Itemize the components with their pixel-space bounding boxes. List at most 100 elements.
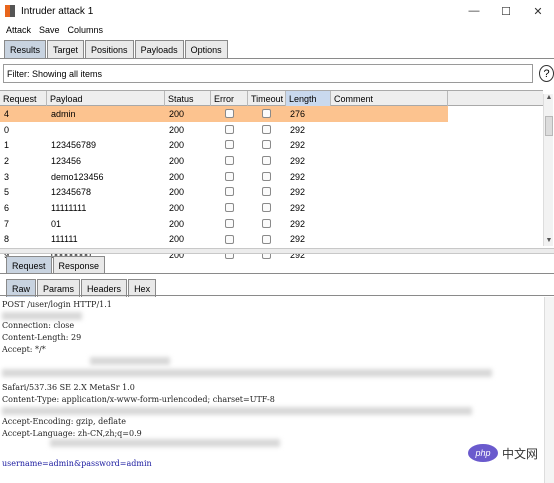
cell-status: 200 [169,108,185,119]
message-tabs-divider [0,273,554,274]
col-payload[interactable]: Payload [47,91,165,106]
cell-length: 292 [290,218,306,229]
table-row[interactable]: 6 11111111 200 292 [0,200,448,216]
redacted-header [2,312,82,320]
cell-length: 292 [290,124,306,135]
header-accept-encoding: Accept-Encoding: gzip, deflate [2,417,127,426]
redacted-header [2,369,492,377]
cell-length: 292 [290,234,306,245]
menu-bar: Attack Save Columns [0,22,554,37]
cell-length: 276 [290,108,306,119]
timeout-checkbox [262,187,271,197]
view-tabs: Raw Params Headers Hex [6,279,157,297]
error-checkbox [225,203,234,213]
cell-status: 200 [169,234,185,245]
table-row[interactable]: 5 12345678 200 292 [0,184,448,200]
header-accept: Accept: */* [2,345,46,354]
cell-status: 200 [169,140,185,151]
header-content-length: Content-Length: 29 [2,333,82,342]
header-connection: Connection: close [2,321,75,330]
maximize-icon[interactable]: ☐ [490,0,522,22]
table-row[interactable]: 2 123456 200 292 [0,153,448,169]
header-accept-language: Accept-Language: zh-CN,zh;q=0.9 [2,429,142,438]
table-row[interactable]: 7 01 200 292 [0,216,448,232]
scroll-up-icon[interactable]: ▲ [544,94,554,103]
attack-tabs: Results Target Positions Payloads Option… [4,40,229,58]
header-user-agent-tail: Safari/537.36 SE 2.X MetaSr 1.0 [2,383,135,392]
redacted-header [2,407,472,415]
col-request[interactable]: Request [0,91,47,106]
menu-columns[interactable]: Columns [68,25,104,35]
table-row[interactable]: 8 111111 200 292 [0,232,448,248]
cell-payload: 123456 [51,155,82,166]
cell-status: 200 [169,202,185,213]
watermark: php 中文网 [468,444,538,462]
col-timeout[interactable]: Timeout [248,91,286,106]
cell-payload: admin [51,108,76,119]
cell-request: 5 [4,187,10,198]
cell-payload: 01 [51,218,62,229]
results-scrollbar[interactable]: ▲ ▼ [543,94,553,246]
cell-status: 200 [169,124,185,135]
cell-request: 0 [4,124,10,135]
error-checkbox [225,187,234,197]
tab-request[interactable]: Request [6,256,52,274]
error-checkbox [225,156,234,166]
timeout-checkbox [262,234,271,244]
timeout-checkbox [262,171,271,181]
col-length[interactable]: Length [286,91,331,106]
cell-payload: 11111111 [51,202,87,213]
error-checkbox [225,140,234,150]
table-body: 4 admin 200 276 0 200 292 1 123456789 200 292 2 1234… [0,106,448,263]
col-error[interactable]: Error [211,91,248,106]
timeout-checkbox [262,109,271,118]
title-bar: Intruder attack 1 — ☐ ✕ [0,0,554,22]
cell-payload: 12345678 [51,187,92,198]
tab-results[interactable]: Results [4,40,47,58]
cell-payload: 123456789 [51,140,97,151]
raw-request-editor[interactable]: POST /user/login HTTP/1.1 Connection: cl… [0,297,544,483]
table-row[interactable]: 1 123456789 200 292 [0,137,448,153]
window-title: Intruder attack 1 [21,5,94,17]
close-icon[interactable]: ✕ [522,0,554,22]
table-row[interactable]: 4 admin 200 276 [0,106,448,122]
burp-app-icon [5,5,15,17]
filter-text: Filter: Showing all items [7,68,103,79]
split-pane-divider[interactable] [0,248,554,254]
cell-request: 8 [4,234,10,245]
cell-payload: 111111 [51,234,78,245]
timeout-checkbox [262,218,271,228]
cell-request: 1 [4,140,10,151]
tab-response[interactable]: Response [52,256,106,274]
request-body: username=admin&password=admin [2,459,152,468]
menu-attack[interactable]: Attack [6,25,31,35]
col-comment[interactable]: Comment [331,91,448,106]
tab-target[interactable]: Target [47,40,85,58]
scroll-thumb[interactable] [545,116,553,136]
help-icon[interactable]: ? [539,65,554,82]
table-row[interactable]: 3 demo123456 200 292 [0,169,448,185]
error-checkbox [225,171,234,181]
scroll-down-icon[interactable]: ▼ [544,237,554,246]
minimize-icon[interactable]: — [458,0,490,22]
tab-options[interactable]: Options [184,40,228,58]
raw-scrollbar[interactable] [544,297,554,483]
tab-payloads[interactable]: Payloads [134,40,184,58]
cell-status: 200 [169,155,185,166]
table-row[interactable]: 0 200 292 [0,122,448,138]
timeout-checkbox [262,140,271,150]
error-checkbox [225,234,234,244]
tab-positions[interactable]: Positions [85,40,134,58]
message-tabs: Request Response [6,256,106,274]
col-status[interactable]: Status [165,91,211,106]
cell-length: 292 [290,202,306,213]
cell-status: 200 [169,218,185,229]
cell-request: 2 [4,155,10,166]
results-table: Request Payload Status Error Timeout Len… [0,90,448,260]
cell-payload: demo123456 [51,171,104,182]
filter-bar[interactable]: Filter: Showing all items [3,64,533,83]
view-tabs-divider [0,295,554,296]
menu-save[interactable]: Save [39,25,60,35]
timeout-checkbox [262,124,271,134]
php-logo: php [468,444,498,462]
